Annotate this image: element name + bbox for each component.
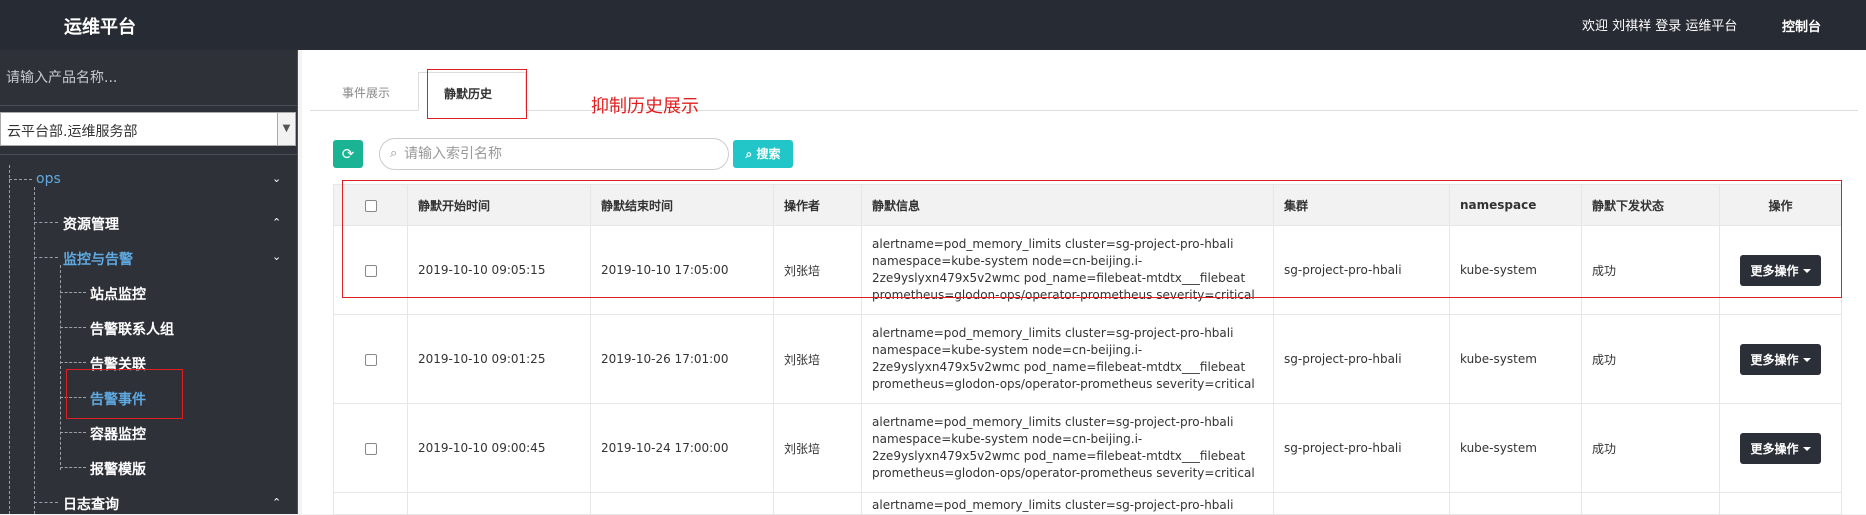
highlight-box-first-row: [342, 180, 1842, 298]
welcome-text: 欢迎 刘祺祥 登录 运维平台: [1582, 19, 1738, 34]
search-button-label: 搜索: [756, 147, 781, 161]
silence-start-cell: 2019-10-10 09:00:45: [407, 403, 591, 493]
cluster-cell: sg-project-pro-hbali: [1273, 403, 1450, 493]
tab-event-display[interactable]: 事件展示: [342, 84, 390, 101]
tree-line: [60, 327, 86, 328]
caret-down-icon: [1802, 447, 1811, 451]
top-navbar: 运维平台 欢迎 刘祺祥 登录 运维平台 控制台: [0, 0, 1866, 50]
chevron-up-icon[interactable]: ⌃: [272, 496, 281, 509]
row-select-cell: [333, 492, 408, 515]
caret-down-icon: [1802, 358, 1811, 362]
sidebar-item-site-monitor[interactable]: 站点监控: [90, 284, 146, 304]
sidebar-item-ops[interactable]: ops: [36, 171, 61, 187]
tree-line: [60, 362, 86, 363]
row-checkbox[interactable]: [364, 353, 377, 366]
namespace-cell: kube-system: [1449, 403, 1582, 493]
sidebar-item-alert-contact-group[interactable]: 告警联系人组: [90, 319, 174, 339]
silence-info-cell: alertname=pod_memory_limits cluster=sg-p…: [861, 492, 1274, 515]
product-search-input[interactable]: [0, 62, 296, 94]
cluster-cell: [1273, 492, 1450, 515]
table-row: 2019-10-10 09:00:45 2019-10-24 17:00:00 …: [333, 403, 1842, 493]
sidebar-item-monitoring-alerts[interactable]: 监控与告警: [63, 249, 133, 269]
index-search-input[interactable]: [404, 143, 704, 165]
status-cell: 成功: [1581, 314, 1720, 404]
more-actions-label: 更多操作: [1750, 352, 1799, 367]
refresh-icon: ⟳: [341, 145, 355, 163]
product-search: [0, 50, 298, 106]
tree-line: [60, 467, 86, 468]
cluster-cell: sg-project-pro-hbali: [1273, 314, 1450, 404]
sidebar-item-alert-template[interactable]: 报警模版: [90, 459, 146, 479]
namespace-cell: kube-system: [1449, 314, 1582, 404]
more-actions-button[interactable]: 更多操作: [1740, 343, 1821, 375]
status-cell: 成功: [1581, 403, 1720, 493]
operator-cell: 刘张培: [773, 403, 862, 493]
namespace-cell: [1449, 492, 1582, 515]
action-cell: [1719, 492, 1842, 515]
operator-cell: 刘张培: [773, 314, 862, 404]
tree-line: [60, 432, 86, 433]
dropdown-arrow-icon[interactable]: ▼: [277, 113, 295, 145]
tree-line: [34, 502, 58, 503]
tree-line: [60, 265, 61, 470]
sidebar-divider: [0, 154, 298, 155]
silence-start-cell: [407, 492, 591, 515]
tree-line: [60, 292, 86, 293]
tree-line: [34, 222, 58, 223]
refresh-button[interactable]: ⟳: [333, 140, 363, 168]
department-select-value: 云平台部.运维服务部: [7, 124, 138, 140]
tree-line: [34, 187, 35, 514]
action-cell: 更多操作: [1719, 314, 1842, 404]
table-row: alertname=pod_memory_limits cluster=sg-p…: [333, 492, 1842, 515]
index-search-box: ⌕: [379, 138, 729, 170]
status-cell: [1581, 492, 1720, 515]
brand-title[interactable]: 运维平台: [64, 13, 136, 39]
search-button[interactable]: ⌕ 搜索: [733, 140, 793, 168]
sidebar-item-log-query[interactable]: 日志查询: [63, 494, 119, 514]
department-select[interactable]: 云平台部.运维服务部 ▼: [0, 112, 296, 146]
row-select-cell: [333, 314, 408, 404]
sidebar: 云平台部.运维服务部 ▼: [0, 50, 298, 514]
tabs-divider: [310, 110, 1858, 111]
more-actions-button[interactable]: 更多操作: [1740, 432, 1821, 464]
chevron-down-icon[interactable]: ⌄: [272, 172, 281, 185]
sidebar-item-resource-management[interactable]: 资源管理: [63, 214, 119, 234]
silence-start-cell: 2019-10-10 09:01:25: [407, 314, 591, 404]
annotation-label: 抑制历史展示: [591, 96, 699, 117]
silence-info-cell: alertname=pod_memory_limits cluster=sg-p…: [861, 403, 1274, 493]
chevron-down-icon[interactable]: ⌄: [272, 250, 281, 263]
silence-end-cell: [590, 492, 774, 515]
row-select-cell: [333, 403, 408, 493]
highlight-box-alert-events: [66, 369, 183, 419]
silence-end-cell: 2019-10-26 17:01:00: [590, 314, 774, 404]
table-row: 2019-10-10 09:01:25 2019-10-26 17:01:00 …: [333, 314, 1842, 404]
chevron-up-icon[interactable]: ⌃: [272, 216, 281, 229]
highlight-box-tab: [427, 69, 527, 119]
more-actions-label: 更多操作: [1750, 441, 1799, 456]
tree-line: [9, 179, 32, 180]
sidebar-item-container-monitor[interactable]: 容器监控: [90, 424, 146, 444]
console-link[interactable]: 控制台: [1782, 16, 1821, 35]
search-icon: ⌕: [390, 146, 398, 161]
row-checkbox[interactable]: [364, 442, 377, 455]
action-cell: 更多操作: [1719, 403, 1842, 493]
tree-line: [9, 165, 10, 514]
tree-line: [34, 257, 58, 258]
operator-cell: [773, 492, 862, 515]
silence-end-cell: 2019-10-24 17:00:00: [590, 403, 774, 493]
silence-info-cell: alertname=pod_memory_limits cluster=sg-p…: [861, 314, 1274, 404]
